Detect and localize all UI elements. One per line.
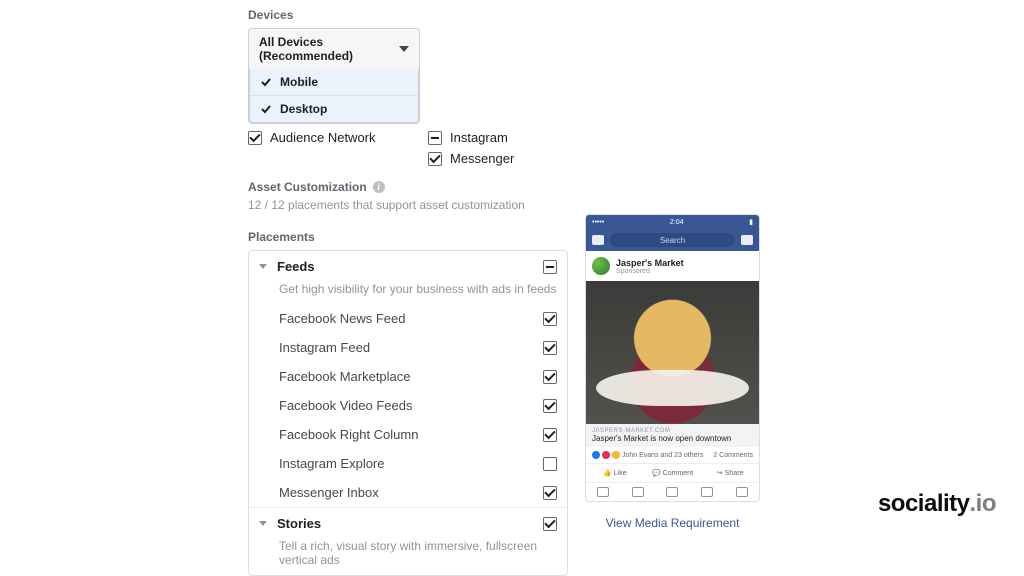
devices-selected: All Devices (Recommended) [259, 35, 399, 63]
view-media-requirement-link[interactable]: View Media Requirement [585, 516, 760, 530]
bottom-nav [586, 482, 759, 501]
placement-label: Facebook News Feed [279, 311, 405, 326]
post-header: Jasper's Market Sponsored [586, 251, 759, 281]
social-text: John Evans and 23 others [622, 452, 703, 459]
avatar[interactable] [592, 257, 610, 275]
asset-customization-title: Asset Customization [248, 180, 367, 194]
link-title: Jasper's Market is now open downtown [592, 434, 753, 443]
placement-ig-feed[interactable]: Instagram Feed [249, 333, 567, 362]
placements-box: Feeds Get high visibility for your busin… [248, 250, 568, 576]
placements-group-stories[interactable]: Stories [249, 508, 567, 539]
checkbox-icon[interactable] [428, 152, 442, 166]
love-reaction-icon [602, 451, 610, 459]
placement-label: Messenger Inbox [279, 485, 379, 500]
camera-icon[interactable] [592, 235, 604, 245]
reactions[interactable]: John Evans and 23 others [592, 451, 703, 459]
placement-label: Facebook Right Column [279, 427, 418, 442]
placement-fb-right-column[interactable]: Facebook Right Column [249, 420, 567, 449]
phone-preview: ••••• 2:04 ▮ Search Jasper's Market Spon… [585, 214, 760, 502]
ad-image[interactable] [586, 281, 759, 424]
nav-home-icon[interactable] [586, 487, 621, 497]
caret-down-icon [259, 521, 267, 526]
share-button[interactable]: ↪ Share [701, 464, 759, 482]
placement-messenger-inbox[interactable]: Messenger Inbox [249, 478, 567, 507]
platform-label: Messenger [450, 151, 514, 166]
info-icon[interactable]: i [373, 181, 385, 193]
devices-dropdown-menu: Mobile Desktop [249, 69, 419, 123]
group-description: Get high visibility for your business wi… [249, 282, 567, 304]
caret-down-icon [259, 264, 267, 269]
checkbox-icon[interactable] [543, 399, 557, 413]
comments-count[interactable]: 2 Comments [713, 452, 753, 459]
like-button[interactable]: 👍 Like [586, 464, 644, 482]
checkbox-icon[interactable] [543, 341, 557, 355]
comment-button[interactable]: 💬 Comment [644, 464, 702, 482]
placement-fb-video-feeds[interactable]: Facebook Video Feeds [249, 391, 567, 420]
platform-messenger[interactable]: Messenger [428, 151, 608, 166]
checkbox-icon[interactable] [543, 370, 557, 384]
brand-logo: sociality.io [878, 490, 996, 518]
devices-option-desktop[interactable]: Desktop [250, 96, 418, 122]
group-title: Feeds [277, 259, 533, 274]
platform-label: Audience Network [270, 130, 376, 145]
checkbox-icon[interactable] [248, 131, 262, 145]
post-actions: 👍 Like 💬 Comment ↪ Share [586, 463, 759, 482]
messenger-icon[interactable] [741, 235, 753, 245]
checkbox-icon[interactable] [543, 428, 557, 442]
check-icon [260, 103, 272, 115]
nav-marketplace-icon[interactable] [655, 487, 690, 497]
placement-label: Facebook Marketplace [279, 369, 411, 384]
battery-icon: ▮ [749, 218, 753, 226]
checkbox-icon[interactable] [428, 131, 442, 145]
devices-dropdown-toggle[interactable]: All Devices (Recommended) [249, 29, 419, 69]
devices-option-mobile[interactable]: Mobile [250, 69, 418, 96]
ad-preview-panel: ••••• 2:04 ▮ Search Jasper's Market Spon… [585, 214, 760, 530]
page-name[interactable]: Jasper's Market [616, 258, 684, 268]
like-reaction-icon [592, 451, 600, 459]
placement-fb-news-feed[interactable]: Facebook News Feed [249, 304, 567, 333]
platform-audience-network[interactable]: Audience Network [248, 130, 428, 145]
placement-label: Instagram Explore [279, 456, 385, 471]
devices-dropdown[interactable]: All Devices (Recommended) Mobile Desktop [248, 28, 420, 124]
platform-instagram[interactable]: Instagram [428, 130, 608, 145]
devices-option-label: Mobile [280, 75, 318, 89]
sponsored-label: Sponsored [616, 268, 684, 275]
checkbox-icon[interactable] [543, 260, 557, 274]
nav-watch-icon[interactable] [621, 487, 656, 497]
checkbox-icon[interactable] [543, 517, 557, 531]
link-card[interactable]: JASPERS-MARKET.COM Jasper's Market is no… [586, 424, 759, 447]
placement-label: Facebook Video Feeds [279, 398, 412, 413]
signal-icon: ••••• [592, 219, 604, 226]
placement-fb-marketplace[interactable]: Facebook Marketplace [249, 362, 567, 391]
checkbox-icon[interactable] [543, 457, 557, 471]
placement-ig-explore[interactable]: Instagram Explore [249, 449, 567, 478]
placements-group-feeds[interactable]: Feeds [249, 251, 567, 282]
platform-label: Instagram [450, 130, 508, 145]
caret-down-icon [399, 46, 409, 52]
group-description: Tell a rich, visual story with immersive… [249, 539, 567, 575]
status-bar: ••••• 2:04 ▮ [586, 215, 759, 229]
devices-label: Devices [248, 8, 768, 22]
status-time: 2:04 [670, 219, 684, 226]
app-header: Search [586, 229, 759, 251]
search-input[interactable]: Search [610, 233, 735, 247]
asset-customization-subtitle: 12 / 12 placements that support asset cu… [248, 198, 768, 212]
haha-reaction-icon [612, 451, 620, 459]
social-summary: John Evans and 23 others 2 Comments [586, 447, 759, 463]
group-title: Stories [277, 516, 533, 531]
nav-menu-icon[interactable] [724, 487, 759, 497]
nav-notifications-icon[interactable] [690, 487, 725, 497]
checkbox-icon[interactable] [543, 312, 557, 326]
checkbox-icon[interactable] [543, 486, 557, 500]
check-icon [260, 76, 272, 88]
placement-label: Instagram Feed [279, 340, 370, 355]
devices-option-label: Desktop [280, 102, 327, 116]
search-placeholder: Search [660, 236, 685, 245]
